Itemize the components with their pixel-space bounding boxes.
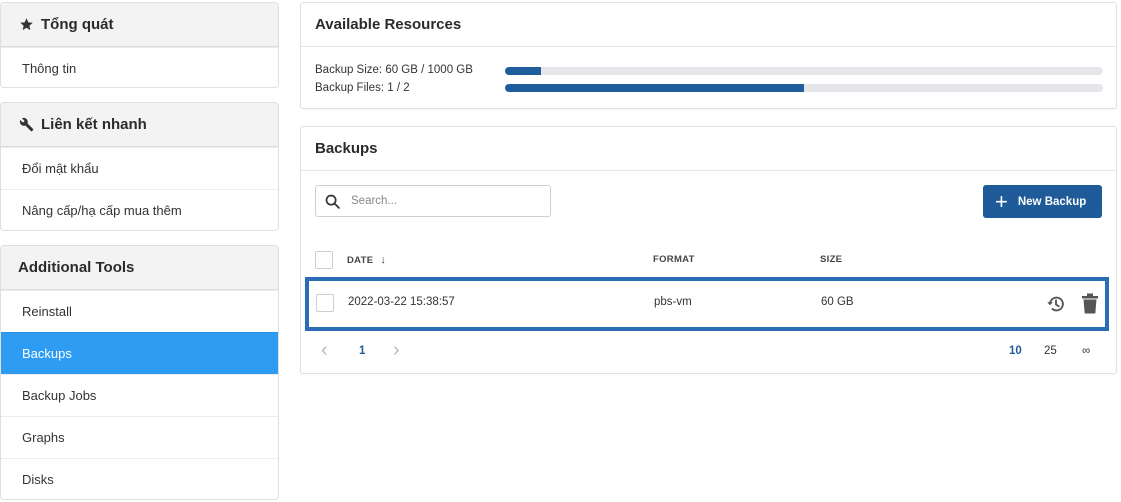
sidebar-item-info[interactable]: Thông tin [1, 47, 278, 87]
sidebar-item-label: Thông tin [22, 61, 77, 76]
backup-files-progress [505, 84, 1103, 92]
sidebar-item-upgrade[interactable]: Nâng cấp/hạ cấp mua thêm [1, 189, 278, 230]
column-header-date[interactable]: DATE ↓ [347, 254, 386, 266]
quicklinks-panel: Liên kết nhanh Đổi mật khẩu Nâng cấp/hạ … [0, 102, 279, 231]
backup-files-progress-fill [505, 84, 804, 92]
row-checkbox[interactable] [316, 294, 334, 312]
sort-arrow-icon: ↓ [380, 254, 387, 266]
new-backup-button[interactable]: + New Backup [983, 185, 1102, 218]
column-header-date-label: DATE [347, 255, 374, 266]
row-date: 2022-03-22 15:38:57 [348, 296, 455, 308]
row-size: 60 GB [821, 296, 854, 308]
plus-icon: + [995, 188, 1008, 214]
sidebar-item-reinstall[interactable]: Reinstall [1, 290, 278, 332]
column-header-format[interactable]: FORMAT [653, 254, 695, 265]
quicklinks-panel-title: Liên kết nhanh [41, 116, 147, 133]
search-box[interactable] [315, 185, 551, 217]
backup-files-label: Backup Files: 1 / 2 [315, 82, 410, 94]
sidebar-item-graphs[interactable]: Graphs [1, 416, 278, 458]
search-icon [324, 193, 341, 210]
backups-card: Backups + New Backup DATE ↓ FORMAT SIZE … [300, 126, 1117, 374]
prev-page-button[interactable]: ‹ [321, 339, 328, 362]
overview-panel-header: Tổng quát [1, 3, 278, 47]
restore-icon[interactable] [1045, 293, 1067, 315]
backup-size-label: Backup Size: 60 GB / 1000 GB [315, 64, 473, 76]
sidebar-item-disks[interactable]: Disks [1, 458, 278, 499]
sidebar-item-label: Backups [22, 346, 72, 361]
next-page-button[interactable]: › [393, 339, 400, 362]
sidebar-item-change-password[interactable]: Đổi mật khẩu [1, 147, 278, 189]
page-size-10[interactable]: 10 [1009, 345, 1022, 357]
select-all-checkbox[interactable] [315, 251, 333, 269]
sidebar-item-label: Reinstall [22, 304, 72, 319]
sidebar-item-label: Nâng cấp/hạ cấp mua thêm [22, 203, 182, 218]
available-resources-title: Available Resources [301, 3, 1116, 47]
sidebar-item-backups[interactable]: Backups [1, 332, 278, 374]
additional-tools-panel-title: Additional Tools [18, 259, 135, 276]
page-size-25[interactable]: 25 [1044, 345, 1057, 357]
wrench-icon [18, 117, 34, 133]
column-header-size[interactable]: SIZE [820, 254, 842, 265]
sidebar-item-label: Disks [22, 472, 54, 487]
search-input[interactable] [351, 195, 531, 207]
overview-panel: Tổng quát Thông tin [0, 2, 279, 88]
backup-size-progress-fill [505, 67, 541, 75]
page-size-all[interactable]: ∞ [1082, 345, 1090, 357]
sidebar-item-label: Graphs [22, 430, 65, 445]
sidebar-item-label: Đổi mật khẩu [22, 161, 99, 176]
backup-size-progress [505, 67, 1103, 75]
available-resources-card: Available Resources Backup Size: 60 GB /… [300, 2, 1117, 109]
page-number[interactable]: 1 [359, 345, 365, 357]
table-row[interactable]: 2022-03-22 15:38:57 pbs-vm 60 GB [305, 277, 1109, 331]
sidebar-item-backup-jobs[interactable]: Backup Jobs [1, 374, 278, 416]
overview-panel-title: Tổng quát [41, 16, 114, 33]
delete-icon[interactable] [1081, 293, 1099, 315]
additional-tools-panel-header: Additional Tools [1, 246, 278, 290]
backups-title: Backups [301, 127, 1116, 171]
quicklinks-panel-header: Liên kết nhanh [1, 103, 278, 147]
sidebar-item-label: Backup Jobs [22, 388, 97, 403]
additional-tools-panel: Additional Tools Reinstall Backups Backu… [0, 245, 279, 500]
new-backup-button-label: New Backup [1017, 195, 1087, 208]
row-format: pbs-vm [654, 296, 692, 308]
star-icon [18, 17, 34, 33]
